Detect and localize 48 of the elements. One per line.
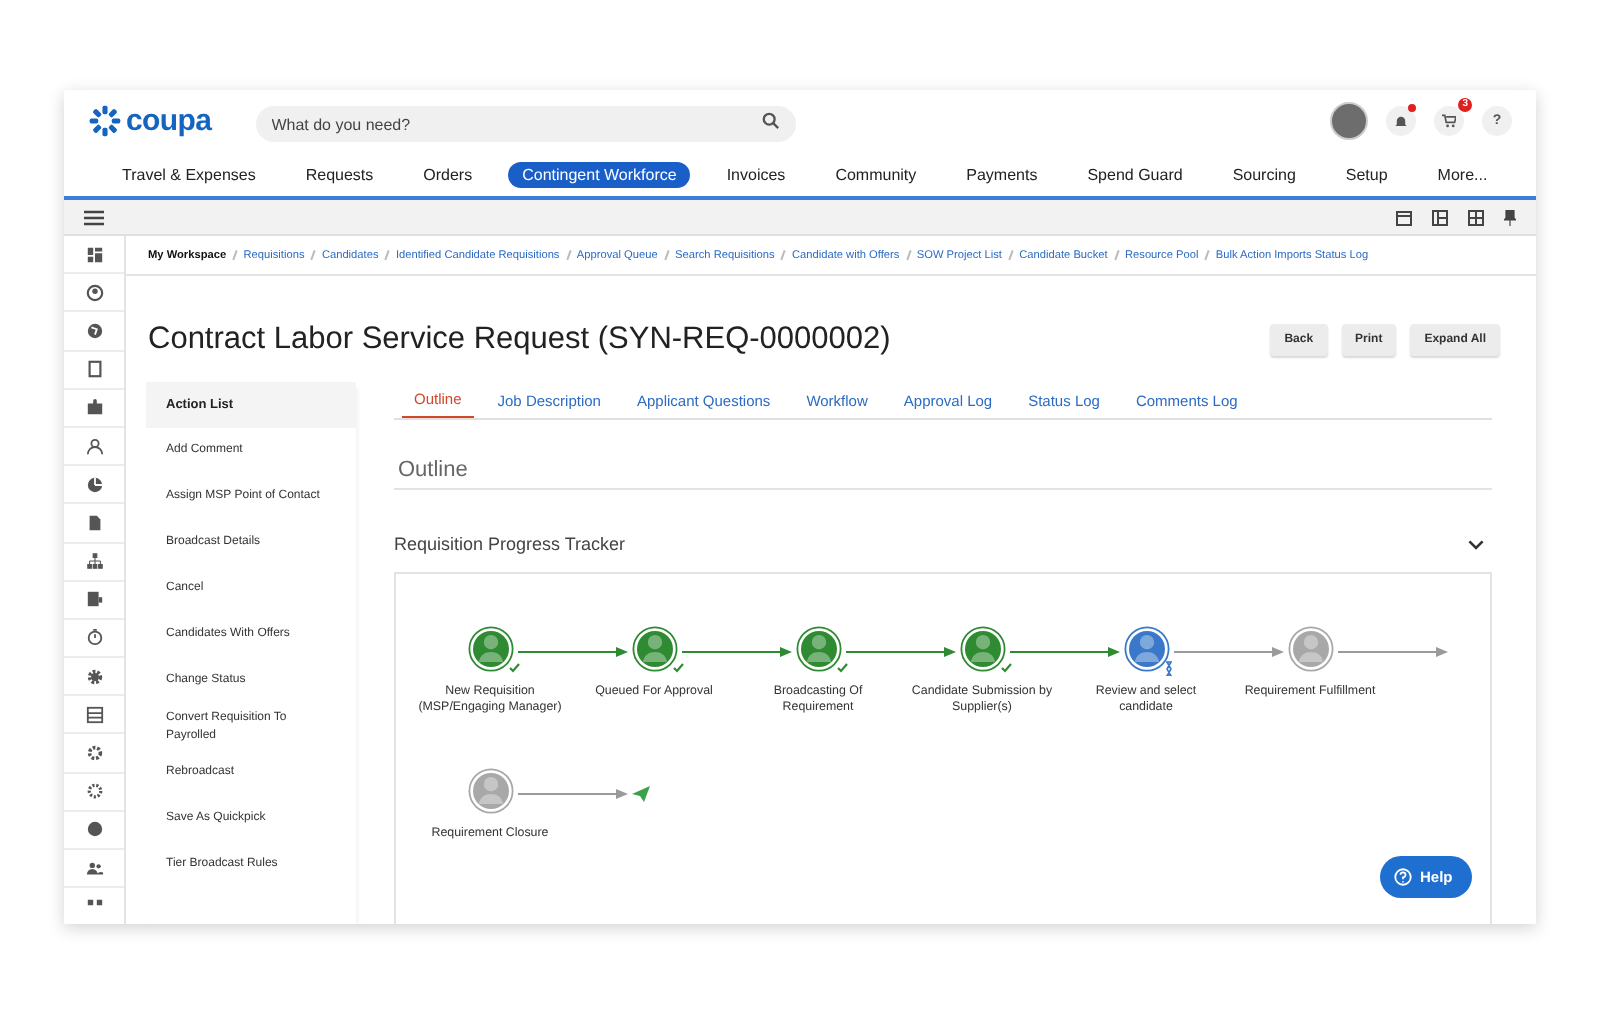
arrow-connector xyxy=(518,787,630,799)
nav-tab[interactable]: Payments xyxy=(952,161,1052,187)
arrow-connector xyxy=(682,645,794,657)
person-icon[interactable] xyxy=(85,437,103,456)
notifications-button[interactable] xyxy=(1386,106,1416,136)
nav-tab[interactable]: Setup xyxy=(1331,161,1402,187)
nav-tab[interactable]: Sourcing xyxy=(1218,161,1310,187)
search-icon xyxy=(761,112,780,130)
menu-icon[interactable] xyxy=(84,209,104,225)
user-icon[interactable] xyxy=(85,283,103,302)
nav-tab[interactable]: More... xyxy=(1423,161,1502,187)
pie-chart-icon[interactable] xyxy=(85,475,103,494)
people-icon[interactable] xyxy=(85,859,103,878)
nav-tab[interactable]: Travel & Expenses xyxy=(108,161,270,187)
bell-icon xyxy=(1394,114,1408,128)
list-icon[interactable] xyxy=(85,705,103,724)
file-icon[interactable] xyxy=(85,513,103,532)
nav-tab[interactable]: Invoices xyxy=(712,161,800,187)
chevron-down-icon[interactable] xyxy=(1468,539,1484,549)
logo-text[interactable]: coupa xyxy=(126,104,212,138)
nav-tab[interactable]: Contingent Workforce xyxy=(508,161,691,187)
layout-icon[interactable] xyxy=(1432,209,1448,225)
avatar[interactable] xyxy=(1330,102,1368,140)
question-icon xyxy=(1394,868,1412,886)
section-title: Outline xyxy=(394,420,1492,490)
file-icon[interactable] xyxy=(85,590,103,609)
paper-plane-icon xyxy=(632,785,650,801)
logo-icon xyxy=(88,104,122,138)
nav-tab[interactable]: Community xyxy=(821,161,931,187)
timer-icon[interactable] xyxy=(85,628,103,647)
arrow-connector xyxy=(846,645,958,657)
grid-icon[interactable] xyxy=(1468,209,1484,225)
search-field[interactable]: What do you need? xyxy=(255,106,796,142)
nav-tab[interactable]: Spend Guard xyxy=(1073,161,1197,187)
page-title: Contract Labor Service Request (SYN-REQ-0000002) xyxy=(148,322,891,358)
arrow-connector xyxy=(1010,645,1122,657)
arrow-connector xyxy=(1338,645,1450,657)
arrow-connector xyxy=(1174,645,1286,657)
document-icon[interactable] xyxy=(85,360,103,379)
cart-icon xyxy=(1442,114,1456,128)
dashboard-icon[interactable] xyxy=(85,245,103,264)
tracker-title: Requisition Progress Tracker xyxy=(394,534,626,554)
hierarchy-icon[interactable] xyxy=(85,552,103,571)
nav-tab[interactable]: Orders xyxy=(409,161,487,187)
pin-icon[interactable] xyxy=(1504,209,1516,225)
nav-tab[interactable]: Requests xyxy=(291,161,388,187)
calendar-icon[interactable] xyxy=(1396,209,1412,225)
arrow-connector xyxy=(518,645,630,657)
